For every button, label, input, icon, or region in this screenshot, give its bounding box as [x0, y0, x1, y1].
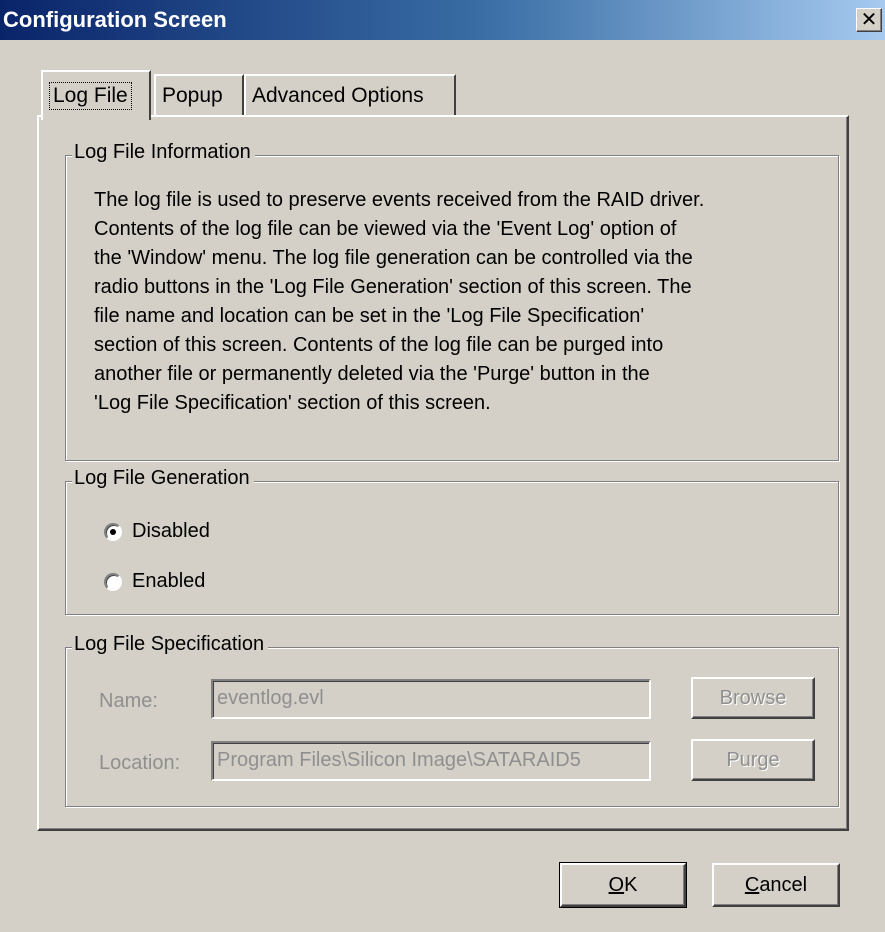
tab-log-file[interactable]: Log File — [41, 70, 151, 120]
info-line: another file or permanently deleted via … — [94, 363, 650, 385]
info-line: 'Log File Specification' section of this… — [94, 392, 491, 414]
location-label: Location: — [99, 752, 181, 774]
cancel-label-rest: ancel — [759, 873, 808, 896]
name-label: Name: — [99, 690, 158, 712]
info-line: section of this screen. Contents of the … — [94, 334, 664, 356]
close-button[interactable]: ✕ — [856, 8, 882, 32]
tab-popup[interactable]: Popup — [154, 74, 244, 116]
info-line: The log file is used to preserve events … — [94, 189, 705, 211]
ok-button-label: OK — [609, 874, 638, 897]
radio-enabled[interactable]: Enabled — [104, 570, 205, 593]
info-line: the 'Window' menu. The log file generati… — [94, 247, 693, 269]
info-line: file name and location can be set in the… — [94, 305, 645, 327]
cancel-button-label: Cancel — [745, 874, 807, 897]
configuration-window: Configuration Screen ✕ Log File Popup Ad… — [0, 0, 885, 932]
radio-disabled-label: Disabled — [132, 520, 210, 542]
browse-button-label: Browse — [719, 686, 787, 709]
tab-advanced-options-label: Advanced Options — [252, 84, 424, 107]
log-file-generation-title: Log File Generation — [72, 467, 254, 490]
purge-button-label: Purge — [726, 748, 780, 771]
tab-advanced-options[interactable]: Advanced Options — [244, 74, 456, 116]
browse-button[interactable]: Browse — [691, 677, 815, 719]
radio-disabled-icon[interactable] — [104, 522, 122, 541]
ok-mnemonic: O — [608, 873, 625, 896]
radio-disabled[interactable]: Disabled — [104, 520, 210, 543]
log-file-generation-group: Log File Generation Disabled Enabled — [65, 467, 839, 615]
name-field[interactable]: eventlog.evl — [211, 679, 651, 719]
close-icon: ✕ — [860, 7, 878, 31]
log-file-information-title: Log File Information — [72, 141, 255, 164]
log-file-information-group: Log File Information The log file is use… — [65, 141, 839, 461]
info-line: radio buttons in the 'Log File Generatio… — [94, 276, 692, 298]
log-file-specification-title: Log File Specification — [72, 633, 269, 656]
radio-enabled-icon[interactable] — [104, 572, 122, 591]
title-bar[interactable]: Configuration Screen ✕ — [0, 0, 885, 40]
location-field[interactable]: Program Files\Silicon Image\SATARAID5 — [211, 741, 651, 781]
tab-log-file-label: Log File — [49, 82, 132, 110]
cancel-button[interactable]: Cancel — [712, 863, 840, 907]
purge-button[interactable]: Purge — [691, 739, 815, 781]
window-title: Configuration Screen — [3, 7, 227, 32]
info-line: Contents of the log file can be viewed v… — [94, 218, 677, 240]
log-file-information-text: The log file is used to preserve events … — [94, 186, 839, 418]
ok-label-rest: K — [624, 873, 638, 896]
tab-popup-label: Popup — [162, 84, 223, 107]
radio-enabled-label: Enabled — [132, 570, 206, 592]
log-file-specification-group: Log File Specification Name: eventlog.ev… — [65, 633, 839, 807]
tab-panel-log-file: Log File Information The log file is use… — [37, 115, 849, 831]
cancel-mnemonic: C — [744, 873, 760, 896]
ok-button[interactable]: OK — [559, 862, 687, 908]
